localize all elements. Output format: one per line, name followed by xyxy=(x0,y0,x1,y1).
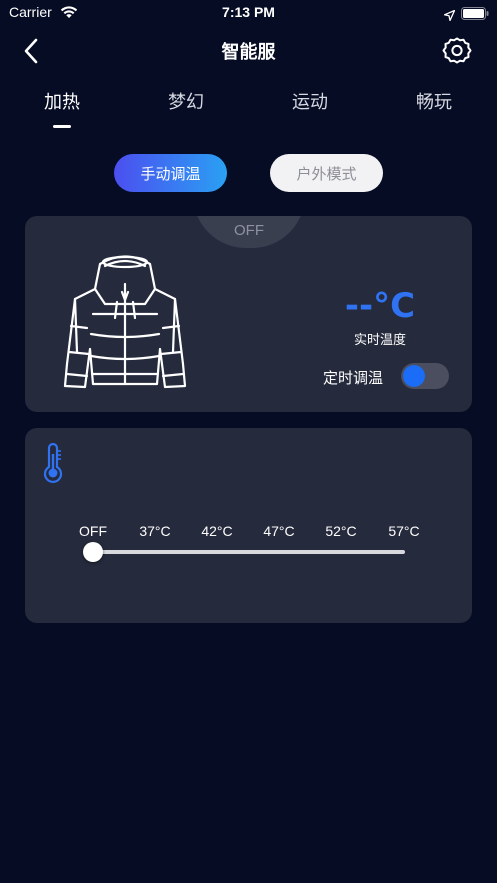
tab-label: 梦幻 xyxy=(168,92,204,113)
tick-label-52[interactable]: 52°C xyxy=(311,523,371,539)
tick-label-47[interactable]: 47°C xyxy=(249,523,309,539)
realtime-temperature-label: 实时温度 xyxy=(353,333,406,348)
settings-button[interactable] xyxy=(441,35,473,67)
active-tab-indicator xyxy=(53,125,71,128)
manual-temp-button[interactable]: 手动调温 xyxy=(114,154,227,192)
status-card: OFF --°C 实时温度 定时调温 xyxy=(25,216,472,412)
tab-heating[interactable]: 加热 xyxy=(22,88,102,128)
timer-adjust-toggle[interactable] xyxy=(401,363,449,389)
battery-icon xyxy=(461,5,489,20)
tick-label-37[interactable]: 37°C xyxy=(125,523,185,539)
temperature-slider-thumb[interactable] xyxy=(83,542,103,562)
slider-tick-labels: OFF 37°C 42°C 47°C 52°C 57°C xyxy=(25,523,472,543)
location-arrow-icon xyxy=(443,6,456,22)
tab-label: 加热 xyxy=(44,92,80,113)
temperature-slider-card: OFF 37°C 42°C 47°C 52°C 57°C xyxy=(25,428,472,623)
thermometer-icon xyxy=(41,442,65,484)
temperature-slider-track[interactable] xyxy=(93,550,405,554)
tick-label-57[interactable]: 57°C xyxy=(374,523,434,539)
gear-icon xyxy=(442,37,472,64)
page-title: 智能服 xyxy=(221,42,276,63)
clock-time: 7:13 PM xyxy=(222,4,275,20)
power-state-label: OFF xyxy=(234,222,264,239)
smart-clothing-screen: Carrier 7:13 PM 智能服 加热 梦幻 运动 畅玩 手动调温 户外模… xyxy=(0,0,497,883)
toggle-knob xyxy=(403,365,425,387)
tab-dream[interactable]: 梦幻 xyxy=(146,88,226,114)
timer-adjust-label: 定时调温 xyxy=(323,369,384,387)
tab-play[interactable]: 畅玩 xyxy=(394,88,474,114)
mode-tabs: 加热 梦幻 运动 畅玩 xyxy=(0,88,497,128)
jacket-icon xyxy=(45,234,205,394)
realtime-temperature: --°C xyxy=(344,286,416,326)
tab-sport[interactable]: 运动 xyxy=(270,88,350,114)
outdoor-mode-button[interactable]: 户外模式 xyxy=(270,154,383,192)
status-bar: Carrier 7:13 PM xyxy=(0,0,497,26)
tick-label-42[interactable]: 42°C xyxy=(187,523,247,539)
tab-label: 运动 xyxy=(292,92,328,113)
tick-label-off[interactable]: OFF xyxy=(63,523,123,539)
tab-label: 畅玩 xyxy=(416,92,452,113)
